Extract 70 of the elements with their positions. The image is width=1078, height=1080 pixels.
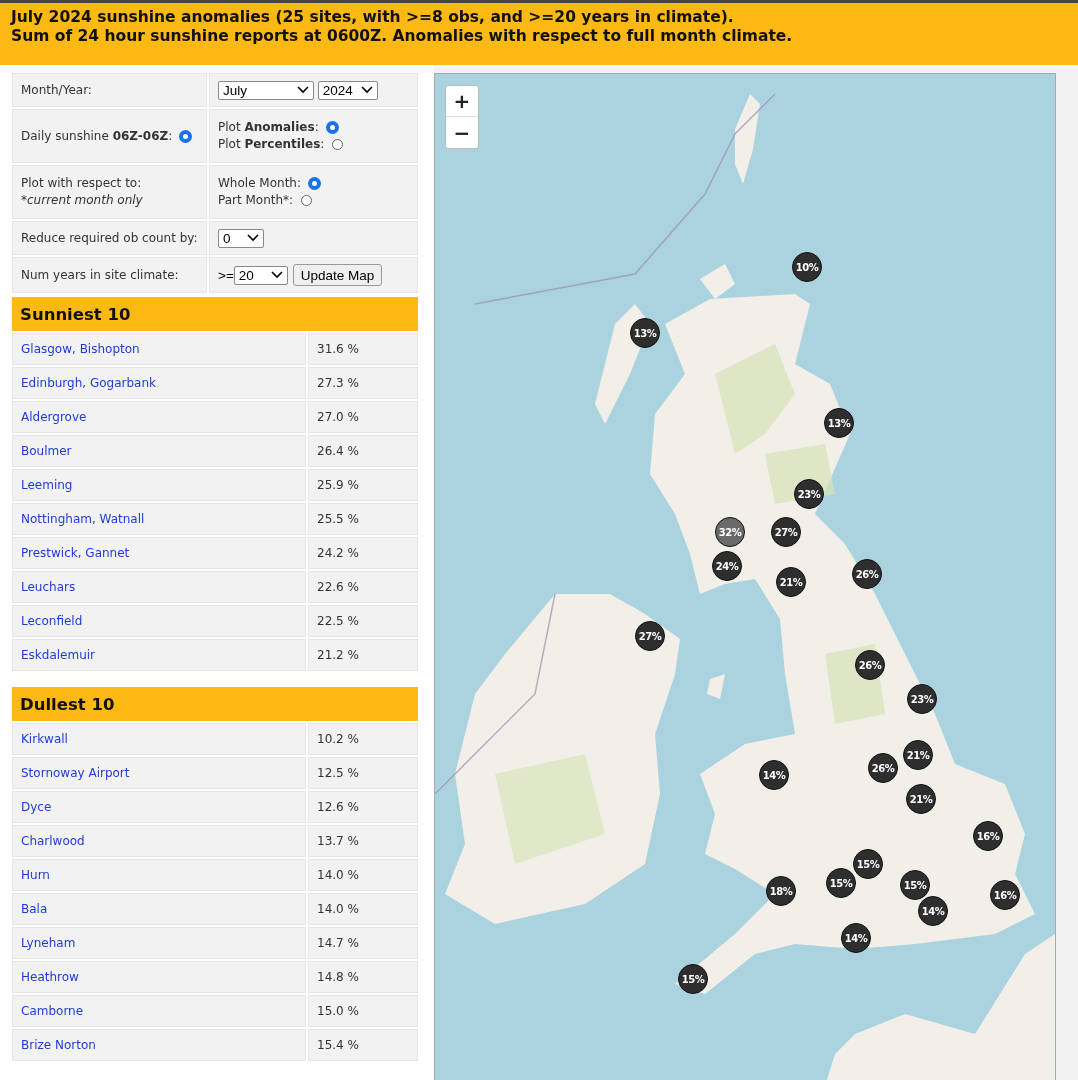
- header-line: July 2024 sunshine anomalies (25 sites, with >=8 obs, and >=20 years in climate).: [11, 8, 735, 27]
- site-link[interactable]: Eskdalemuir: [21, 647, 96, 662]
- field-note: *current month only: [21, 192, 144, 209]
- sunshine-value: 12.6 %: [317, 798, 360, 816]
- site-link[interactable]: Glasgow, Bishopton: [21, 341, 140, 356]
- years-select[interactable]: 20: [233, 265, 288, 285]
- site-link[interactable]: Dyce: [21, 799, 52, 814]
- field-label: Reduce required ob count by:: [21, 229, 198, 247]
- map[interactable]: 10% 13% 13% 23% 32% 27% 24% 21% 26% 27% 26% 23% 21% 26% 14% 21% 16% 15% 15% 18% 15% 16% 14% 14% 15% + −: [434, 73, 1056, 1080]
- month-select[interactable]: July: [218, 80, 314, 100]
- site-link[interactable]: Brize Norton: [21, 1037, 96, 1052]
- site-link[interactable]: Aldergrove: [21, 409, 87, 424]
- operator-label: >=: [218, 267, 234, 283]
- site-link[interactable]: Boulmer: [21, 443, 72, 458]
- sunshine-value: 27.3 %: [317, 374, 360, 392]
- update-map-button[interactable]: Update Map: [292, 264, 383, 286]
- site-link[interactable]: Heathrow: [21, 969, 79, 984]
- site-link[interactable]: Camborne: [21, 1003, 84, 1018]
- zoom-in-button[interactable]: +: [446, 86, 478, 117]
- sunshine-value: 22.5 %: [317, 612, 360, 630]
- radio-button[interactable]: [301, 195, 313, 206]
- field-label: Daily sunshine 06Z-06Z:: [21, 127, 173, 145]
- section-heading: Sunniest 10: [12, 297, 418, 331]
- sunshine-value: 26.4 %: [317, 442, 360, 460]
- radio-button[interactable]: [309, 178, 320, 189]
- sunshine-value: 25.5 %: [317, 510, 360, 528]
- site-link[interactable]: Nottingham, Watnall: [21, 511, 145, 526]
- field-label: Month/Year:: [21, 81, 93, 99]
- sunshine-value: 27.0 %: [317, 408, 360, 426]
- sunshine-value: 22.6 %: [317, 578, 360, 596]
- option-label: Plot Anomalies:: [218, 119, 319, 136]
- sunshine-value: 14.0 %: [317, 900, 360, 918]
- sunshine-value: 21.2 %: [317, 646, 360, 664]
- radio-button[interactable]: [326, 122, 338, 133]
- radio-button[interactable]: [180, 130, 192, 142]
- sunshine-value: 15.0 %: [317, 1002, 360, 1020]
- section-heading: Dullest 10: [12, 687, 418, 721]
- site-link[interactable]: Stornoway Airport: [21, 765, 130, 780]
- sunshine-value: 31.6 %: [317, 340, 360, 358]
- radio-button[interactable]: [332, 139, 344, 150]
- site-link[interactable]: Charlwood: [21, 833, 85, 848]
- sunshine-value: 15.4 %: [317, 1036, 360, 1054]
- sunshine-value: 10.2 %: [317, 730, 360, 748]
- sunshine-value: 14.7 %: [317, 934, 360, 952]
- field-label: Plot with respect to:: [21, 175, 143, 192]
- field-label: Num years in site climate:: [21, 266, 180, 284]
- site-link[interactable]: Lyneham: [21, 935, 76, 950]
- site-link[interactable]: Leeming: [21, 477, 73, 492]
- chevron-icon: [297, 86, 309, 94]
- site-link[interactable]: Leconfield: [21, 613, 83, 628]
- year-select[interactable]: 2024: [317, 80, 378, 100]
- sunshine-value: 12.5 %: [317, 764, 360, 782]
- option-label: Plot Percentiles:: [218, 136, 325, 153]
- sunshine-value: 14.0 %: [317, 866, 360, 884]
- chevron-icon: [360, 86, 373, 94]
- site-link[interactable]: Leuchars: [21, 579, 76, 594]
- chevron-icon: [270, 271, 283, 279]
- chevron-icon: [247, 234, 259, 242]
- site-link[interactable]: Kirkwall: [21, 731, 68, 746]
- count-select[interactable]: 0: [218, 228, 264, 248]
- sunshine-value: 13.7 %: [317, 832, 360, 850]
- sunshine-value: 24.2 %: [317, 544, 360, 562]
- site-link[interactable]: Hurn: [21, 867, 50, 882]
- sunshine-value: 14.8 %: [317, 968, 360, 986]
- header-line: Sum of 24 hour sunshine reports at 0600Z. Anomalies with respect to full month climate.: [11, 27, 794, 46]
- sunshine-value: 25.9 %: [317, 476, 360, 494]
- option-label: Whole Month:: [218, 175, 301, 192]
- site-link[interactable]: Prestwick, Gannet: [21, 545, 130, 560]
- site-link[interactable]: Bala: [21, 901, 48, 916]
- option-label: Part Month*:: [218, 192, 294, 209]
